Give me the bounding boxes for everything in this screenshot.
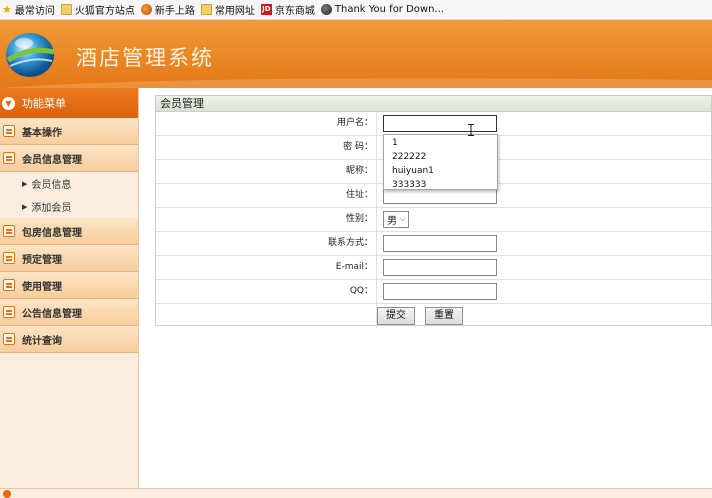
submit-button[interactable]: 提交 bbox=[377, 307, 415, 325]
form-row-qq: QQ： bbox=[156, 280, 711, 304]
bookmark-label: 常用网址 bbox=[214, 6, 255, 17]
email-label: E-mail： bbox=[156, 256, 377, 279]
qq-label: QQ： bbox=[156, 280, 377, 303]
sidebar-item-booking-mgmt[interactable]: 预定管理 bbox=[0, 245, 138, 272]
autocomplete-option[interactable]: huiyuan1 bbox=[392, 164, 497, 178]
reset-button[interactable]: 重置 bbox=[425, 307, 463, 325]
chat-icon bbox=[3, 152, 15, 164]
address-label: 住址： bbox=[156, 184, 377, 207]
list-icon bbox=[3, 125, 15, 137]
form-row-email: E-mail： bbox=[156, 256, 711, 280]
bookmark-jd[interactable]: JD 京东商城 bbox=[260, 2, 315, 17]
jd-icon: JD bbox=[260, 4, 272, 15]
sidebar-item-notice-mgmt[interactable]: 公告信息管理 bbox=[0, 299, 138, 326]
username-autocomplete: 1 222222 huiyuan1 333333 bbox=[383, 134, 498, 190]
sidebar-subitem-label: 会员信息 bbox=[31, 180, 72, 191]
form-row-contact: 联系方式： bbox=[156, 232, 711, 256]
member-form-panel: 会员管理 用户名： 密 码： 昵称： 住址： 性别： 男 ⌵ 联系方式： E-m… bbox=[155, 95, 712, 328]
gender-selected-value: 男 bbox=[387, 216, 397, 227]
sidebar-item-basic-ops[interactable]: 基本操作 bbox=[0, 118, 138, 145]
triangle-right-icon: ▶ bbox=[22, 202, 28, 211]
form-row-username: 用户名： bbox=[156, 112, 711, 136]
autocomplete-option[interactable]: 222222 bbox=[392, 150, 497, 164]
sidebar: ▼ 功能菜单 基本操作 会员信息管理 ▶ 会员信息 ▶ 添加会员 包房信息管理 … bbox=[0, 88, 139, 488]
folder-icon bbox=[60, 4, 72, 15]
chevron-down-icon: ⌵ bbox=[400, 215, 406, 223]
sidebar-item-label: 会员信息管理 bbox=[22, 154, 82, 166]
star-icon: ★ bbox=[2, 3, 12, 16]
sidebar-item-label: 预定管理 bbox=[22, 254, 62, 266]
sidebar-item-usage-mgmt[interactable]: 使用管理 bbox=[0, 272, 138, 299]
qq-input[interactable] bbox=[383, 283, 497, 300]
sidebar-item-statistics[interactable]: 统计查询 bbox=[0, 326, 138, 353]
bookmark-label: 新手上路 bbox=[154, 6, 195, 17]
contact-label: 联系方式： bbox=[156, 232, 377, 255]
sidebar-item-label: 公告信息管理 bbox=[22, 308, 82, 320]
username-label: 用户名： bbox=[156, 112, 377, 135]
menu-header[interactable]: ▼ 功能菜单 bbox=[0, 88, 138, 118]
chat-icon bbox=[3, 333, 15, 345]
sidebar-subitem-member-info[interactable]: ▶ 会员信息 bbox=[0, 172, 138, 195]
bookmark-label: 火狐官方站点 bbox=[74, 6, 135, 17]
sidebar-item-label: 基本操作 bbox=[22, 127, 62, 139]
menu-title: 功能菜单 bbox=[22, 97, 66, 110]
info-icon bbox=[3, 490, 11, 498]
bookmark-getting-started[interactable]: 新手上路 bbox=[140, 2, 195, 17]
autocomplete-option[interactable]: 1 bbox=[392, 136, 497, 150]
gender-label: 性别： bbox=[156, 208, 377, 231]
sidebar-item-member-mgmt[interactable]: 会员信息管理 bbox=[0, 145, 138, 172]
contact-input[interactable] bbox=[383, 235, 497, 252]
sidebar-subitem-label: 添加会员 bbox=[31, 203, 72, 214]
firefox-icon bbox=[140, 4, 152, 15]
bookmark-label: 京东商城 bbox=[274, 6, 315, 17]
nickname-label: 昵称： bbox=[156, 160, 377, 183]
app-title: 酒店管理系统 bbox=[76, 46, 214, 70]
globe-icon bbox=[320, 4, 332, 15]
folder-icon bbox=[200, 4, 212, 15]
chevron-down-icon: ▼ bbox=[2, 96, 15, 110]
list-icon bbox=[3, 306, 15, 318]
calendar-icon bbox=[3, 279, 15, 291]
edit-icon bbox=[3, 225, 15, 237]
bookmark-thank-you[interactable]: Thank You for Down... bbox=[320, 4, 444, 15]
bookmark-firefox-site[interactable]: 火狐官方站点 bbox=[60, 2, 135, 17]
form-row-actions: 提交 重置 bbox=[156, 304, 711, 328]
triangle-right-icon: ▶ bbox=[22, 179, 28, 188]
sidebar-item-label: 统计查询 bbox=[22, 335, 62, 347]
sidebar-item-label: 使用管理 bbox=[22, 281, 62, 293]
footer-bar bbox=[0, 488, 712, 498]
bookmarks-bar: ★ 最常访问 火狐官方站点 新手上路 常用网址 JD 京东商城 Thank Yo… bbox=[0, 0, 712, 20]
username-input[interactable] bbox=[383, 115, 497, 132]
form-row-gender: 性别： 男 ⌵ bbox=[156, 208, 711, 232]
gender-select[interactable]: 男 ⌵ bbox=[383, 211, 410, 228]
calendar-icon bbox=[3, 252, 15, 264]
actions-spacer bbox=[156, 304, 377, 328]
sidebar-item-label: 包房信息管理 bbox=[22, 227, 82, 239]
bookmark-most-visited[interactable]: ★ 最常访问 bbox=[2, 2, 55, 17]
app-header: 酒店管理系统 bbox=[0, 20, 712, 88]
panel-title: 会员管理 bbox=[156, 96, 711, 112]
bookmark-label: 最常访问 bbox=[14, 6, 55, 17]
text-cursor-icon bbox=[468, 124, 474, 136]
bookmark-label: Thank You for Down... bbox=[334, 4, 444, 15]
sidebar-subitem-add-member[interactable]: ▶ 添加会员 bbox=[0, 195, 138, 218]
header-decoration bbox=[0, 78, 712, 88]
autocomplete-option[interactable]: 333333 bbox=[392, 178, 497, 192]
email-input[interactable] bbox=[383, 259, 497, 276]
password-label: 密 码： bbox=[156, 136, 377, 159]
sidebar-item-room-mgmt[interactable]: 包房信息管理 bbox=[0, 218, 138, 245]
bookmark-common-sites[interactable]: 常用网址 bbox=[200, 2, 255, 17]
